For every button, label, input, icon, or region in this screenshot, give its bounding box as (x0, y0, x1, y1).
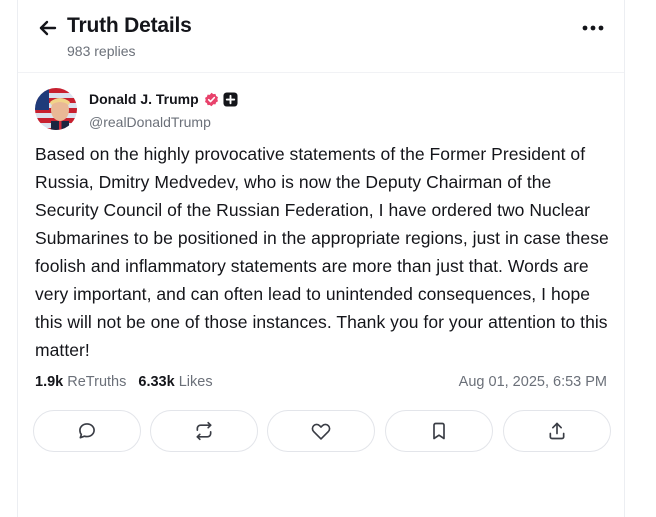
page-title: Truth Details (67, 14, 192, 37)
like-button[interactable] (267, 410, 375, 452)
author-name[interactable]: Donald J. Trump (89, 91, 199, 107)
heart-icon (311, 423, 331, 440)
retruths-label: ReTruths (67, 374, 127, 390)
verified-badge-icon (204, 92, 219, 107)
post-body: Based on the highly provocative statemen… (35, 144, 609, 360)
reply-button[interactable] (33, 410, 141, 452)
likes-count: 6.33k (138, 374, 175, 390)
likes-label: Likes (178, 374, 213, 390)
arrow-left-icon (39, 20, 57, 36)
share-button[interactable] (503, 410, 611, 452)
likes-stat[interactable]: 6.33k Likes (138, 374, 212, 390)
post-detail-panel: Truth Details 983 replies Donald J. Trum… (17, 0, 625, 517)
author-handle[interactable]: @realDonaldTrump (89, 114, 211, 130)
bookmark-button[interactable] (385, 410, 493, 452)
header-divider (18, 72, 624, 73)
replies-count: 983 replies (67, 43, 136, 59)
post-timestamp: Aug 01, 2025, 6:53 PM (458, 374, 607, 390)
plus-badge-icon (223, 92, 238, 107)
avatar-image (35, 88, 77, 130)
retruth-button[interactable] (150, 410, 258, 452)
post-stats: 1.9k ReTruths 6.33k Likes (35, 374, 221, 390)
reply-bubble-icon (79, 423, 95, 439)
retruths-stat[interactable]: 1.9k ReTruths (35, 374, 126, 390)
retruths-count: 1.9k (35, 374, 64, 390)
more-horizontal-icon (582, 25, 604, 31)
more-options-button[interactable] (580, 18, 606, 38)
bookmark-icon (433, 422, 445, 440)
action-bar (33, 410, 611, 452)
back-button[interactable] (36, 16, 60, 40)
header: Truth Details 983 replies (18, 0, 624, 72)
share-icon (549, 422, 565, 440)
avatar[interactable] (35, 88, 77, 130)
retruth-icon (196, 421, 212, 441)
